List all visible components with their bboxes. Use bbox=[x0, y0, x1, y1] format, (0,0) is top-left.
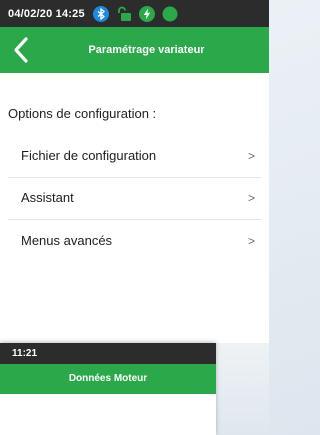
menu-item-configuration-file[interactable]: Fichier de configuration > bbox=[8, 136, 261, 178]
lightning-icon bbox=[138, 5, 155, 22]
menu-item-label: Menus avancés bbox=[21, 233, 113, 248]
chevron-right-icon: > bbox=[247, 149, 255, 163]
unlock-icon bbox=[116, 6, 132, 22]
background-status-bar: 11:21 bbox=[0, 343, 216, 364]
status-datetime: 04/02/20 14:25 bbox=[8, 7, 85, 20]
bluetooth-icon bbox=[92, 5, 109, 22]
background-body bbox=[0, 394, 216, 435]
page-title: Paramétrage variateur bbox=[88, 44, 205, 56]
status-icons bbox=[92, 5, 178, 22]
section-title: Options de configuration : bbox=[8, 106, 157, 121]
status-dot-icon bbox=[162, 6, 178, 22]
menu-item-assistant[interactable]: Assistant > bbox=[8, 178, 261, 220]
status-bar: 04/02/20 14:25 bbox=[0, 0, 269, 27]
background-surface bbox=[216, 343, 269, 435]
background-screen: 11:21 Données Moteur bbox=[0, 343, 216, 435]
menu-item-label: Assistant bbox=[21, 190, 74, 205]
menu-item-label: Fichier de configuration bbox=[21, 148, 157, 163]
app-bar: Paramétrage variateur bbox=[0, 27, 269, 73]
chevron-right-icon: > bbox=[247, 191, 255, 205]
menu-item-advanced-menus[interactable]: Menus avancés > bbox=[8, 221, 261, 262]
chevron-right-icon: > bbox=[247, 234, 255, 248]
background-page-title: Données Moteur bbox=[0, 364, 216, 394]
